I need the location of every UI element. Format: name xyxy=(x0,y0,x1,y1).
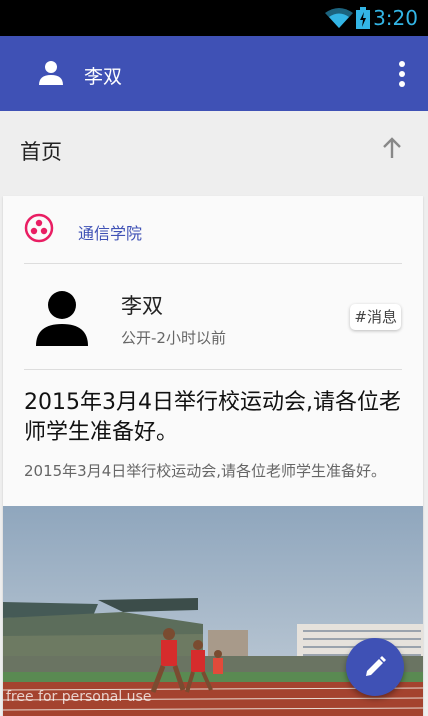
wifi-icon xyxy=(325,8,353,28)
watermark: free for personal use xyxy=(6,689,152,705)
post-title: 2015年3月4日举行校运动会,请各位老师学生准备好。 xyxy=(24,390,401,445)
person-icon[interactable] xyxy=(38,60,64,86)
divider xyxy=(24,369,402,370)
post-body: 2015年3月4日举行校运动会,请各位老师学生准备好。 xyxy=(24,462,387,480)
app-bar-title: 李双 xyxy=(84,66,123,88)
author-name[interactable]: 李双 xyxy=(121,290,163,320)
hashtag-badge[interactable]: #消息 xyxy=(350,304,401,330)
post-meta: 公开-2小时以前 xyxy=(121,329,226,347)
org-row[interactable]: 通信学院 xyxy=(3,196,423,263)
battery-icon xyxy=(356,7,370,29)
org-name[interactable]: 通信学院 xyxy=(78,220,142,244)
status-bar: 3:20 xyxy=(0,0,428,36)
arrow-up-icon[interactable] xyxy=(382,137,402,159)
post-card[interactable]: 通信学院 李双 公开-2小时以前 #消息 2015年3月4日举行校运动会,请各位… xyxy=(3,196,423,716)
pencil-icon xyxy=(366,656,386,676)
section-title: 首页 xyxy=(20,140,62,164)
clock-time: 3:20 xyxy=(373,6,418,30)
circles-icon xyxy=(24,213,54,243)
app-bar: 李双 xyxy=(0,36,428,111)
compose-button[interactable] xyxy=(346,638,404,696)
author-row: 李双 公开-2小时以前 #消息 xyxy=(3,264,423,369)
more-vert-icon[interactable] xyxy=(390,60,414,88)
section-header: 首页 xyxy=(0,111,428,186)
avatar[interactable] xyxy=(33,290,91,346)
